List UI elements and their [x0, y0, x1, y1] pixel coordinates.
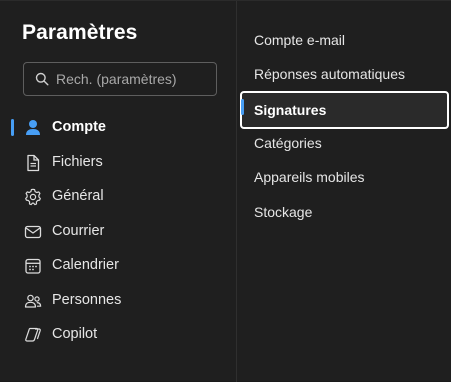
search-box[interactable]	[23, 62, 217, 96]
sidebar-item-label: Personnes	[52, 291, 122, 308]
subnav-item-label: Appareils mobiles	[254, 169, 365, 185]
selection-indicator	[241, 99, 244, 115]
subnav-item-compte-email[interactable]: Compte e-mail	[240, 24, 449, 56]
gear-icon	[23, 187, 43, 207]
person-icon	[23, 118, 43, 138]
document-icon	[23, 153, 43, 173]
sidebar-item-general[interactable]: Général	[0, 179, 236, 214]
search-icon	[28, 72, 56, 86]
sidebar-item-personnes[interactable]: Personnes	[0, 283, 236, 318]
subnav-item-reponses-automatiques[interactable]: Réponses automatiques	[240, 58, 449, 90]
sidebar-item-label: Calendrier	[52, 257, 119, 274]
settings-subnav: Compte e-mail Réponses automatiques Sign…	[238, 1, 451, 382]
subnav-item-stockage[interactable]: Stockage	[240, 196, 449, 228]
sidebar-item-compte[interactable]: Compte	[0, 110, 236, 145]
settings-panel: Paramètres Compte	[0, 0, 451, 382]
people-icon	[23, 291, 43, 311]
page-title: Paramètres	[22, 21, 138, 44]
sidebar-item-courrier[interactable]: Courrier	[0, 214, 236, 249]
subnav-item-signatures[interactable]: Signatures	[240, 91, 449, 129]
sidebar-item-label: Compte	[52, 119, 106, 136]
sidebar-item-label: Courrier	[52, 222, 105, 239]
sidebar-item-copilot[interactable]: Copilot	[0, 317, 236, 352]
sidebar-item-label: Copilot	[52, 326, 98, 343]
subnav-item-categories[interactable]: Catégories	[240, 127, 449, 159]
search-input[interactable]	[56, 71, 206, 87]
subnav-item-label: Compte e-mail	[254, 32, 346, 48]
sidebar-item-label: Général	[52, 188, 104, 205]
sidebar-item-label: Fichiers	[52, 153, 103, 170]
sidebar-item-calendrier[interactable]: Calendrier	[0, 248, 236, 283]
subnav-item-label: Stockage	[254, 204, 313, 220]
subnav-item-label: Catégories	[254, 135, 322, 151]
active-indicator	[11, 119, 14, 136]
subnav-item-label: Signatures	[254, 102, 327, 118]
calendar-icon	[23, 256, 43, 276]
subnav-item-label: Réponses automatiques	[254, 66, 405, 82]
copilot-icon	[23, 325, 43, 345]
sidebar-item-fichiers[interactable]: Fichiers	[0, 145, 236, 180]
subnav-item-appareils-mobiles[interactable]: Appareils mobiles	[240, 161, 449, 193]
mail-icon	[23, 222, 43, 242]
sidebar-nav: Compte Fichiers Général Courrier Calendr…	[0, 110, 236, 352]
settings-sidebar: Paramètres Compte	[0, 1, 237, 382]
